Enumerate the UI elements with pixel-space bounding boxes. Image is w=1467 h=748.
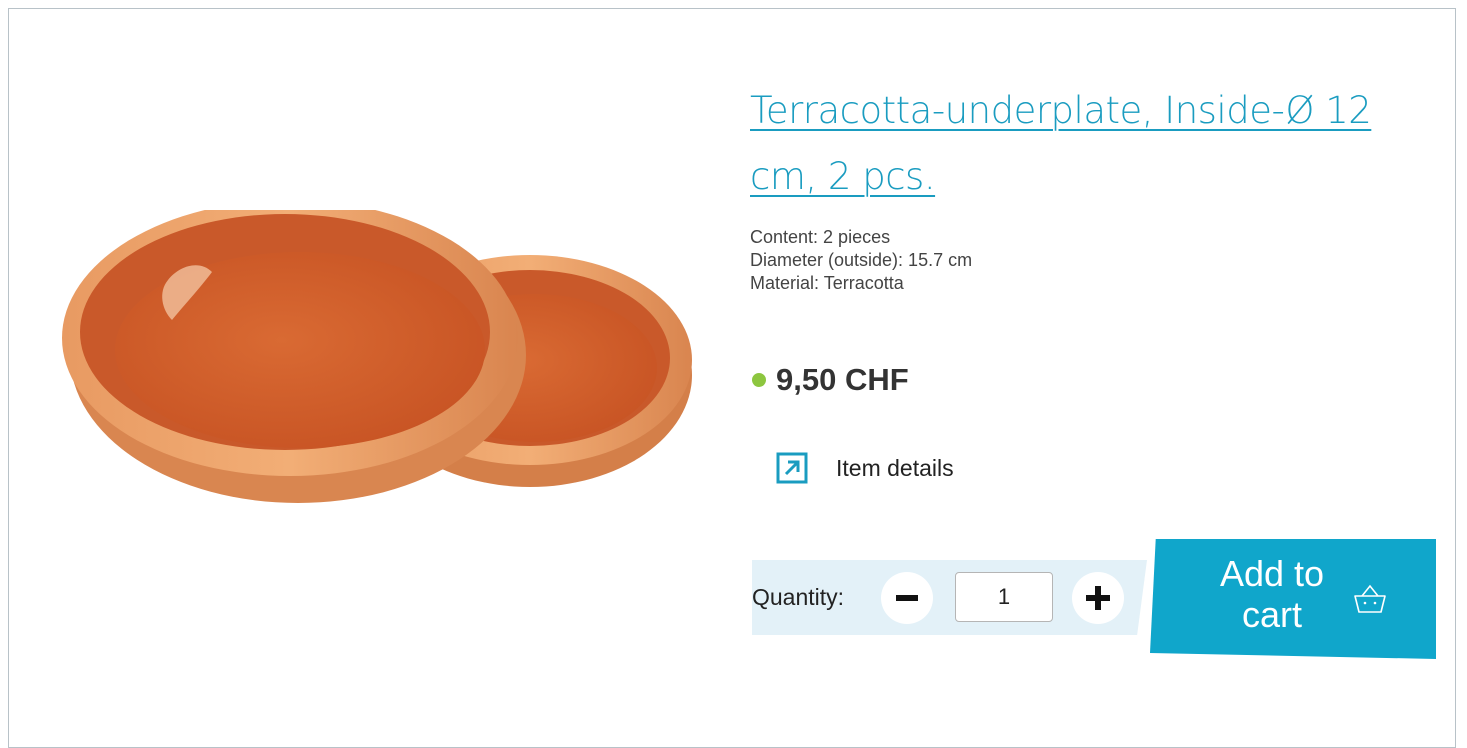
item-details-label: Item details	[836, 454, 954, 481]
spec-content: Content: 2 pieces	[750, 227, 891, 247]
plus-icon	[1086, 586, 1110, 610]
spec-diameter: Diameter (outside): 15.7 cm	[750, 250, 973, 270]
product-specs: Content: 2 pieces Diameter (outside): 15…	[750, 226, 972, 295]
add-to-cart-label: Add to cart	[1219, 553, 1325, 635]
quantity-decrease-button[interactable]	[881, 572, 933, 624]
minus-icon	[896, 595, 918, 601]
product-image[interactable]	[50, 210, 710, 570]
availability-dot-icon	[752, 373, 766, 387]
price-row: 9,50 CHF	[752, 362, 909, 398]
quantity-label: Quantity:	[752, 584, 845, 610]
product-price: 9,50 CHF	[776, 362, 909, 397]
quantity-increase-button[interactable]	[1072, 572, 1124, 624]
product-title[interactable]: Terracotta-underplate, Inside-Ø 12 cm, 2…	[750, 78, 1440, 210]
terracotta-plates-illustration	[62, 210, 692, 503]
external-link-icon	[776, 452, 808, 484]
basket-icon	[1354, 584, 1386, 613]
item-details-link[interactable]: Item details	[776, 452, 954, 484]
spec-material: Material: Terracotta	[750, 273, 904, 293]
quantity-input[interactable]	[955, 572, 1053, 622]
add-to-cart-button[interactable]: Add to cart	[1150, 539, 1436, 659]
